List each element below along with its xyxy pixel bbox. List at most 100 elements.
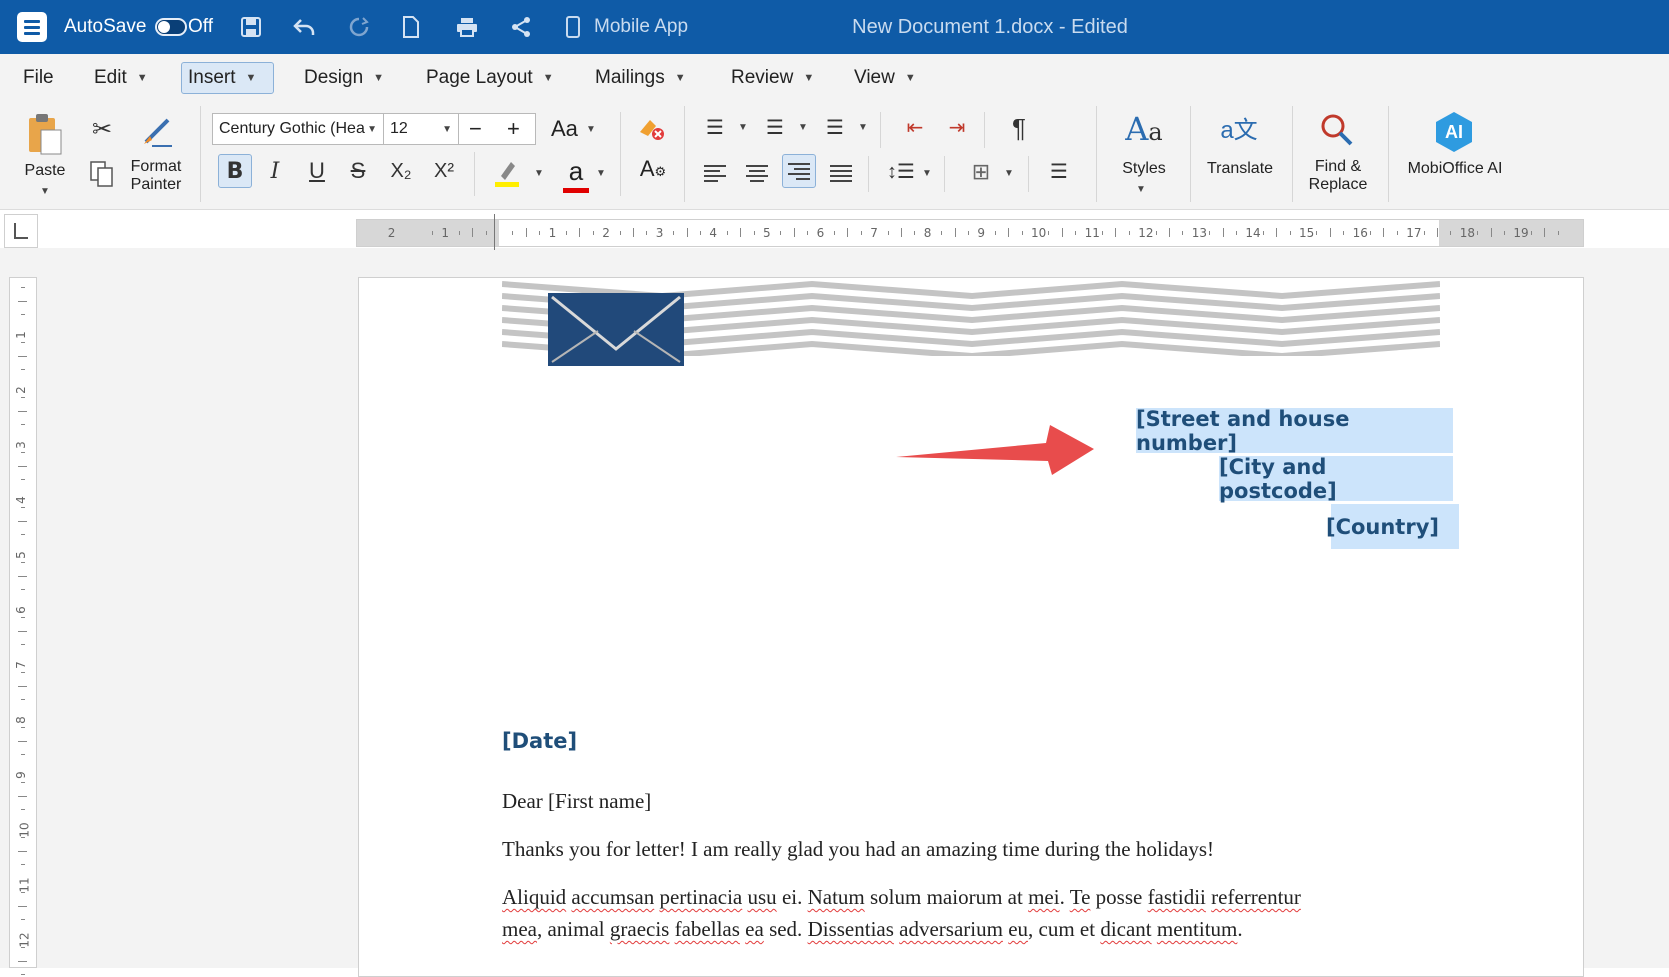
strikethrough-button[interactable]: S bbox=[341, 154, 375, 188]
tab-stop-selector[interactable] bbox=[4, 214, 38, 248]
styles-icon[interactable]: Aa bbox=[1116, 110, 1172, 148]
greeting-line[interactable]: Dear [First name] bbox=[502, 789, 651, 814]
paragraph-settings-icon[interactable]: ☰ bbox=[1044, 158, 1074, 186]
highlight-icon[interactable] bbox=[492, 158, 522, 193]
ruler-tick bbox=[21, 534, 25, 536]
ruler-tick bbox=[21, 506, 25, 508]
font-color-letter: a bbox=[568, 156, 584, 186]
italic-button[interactable]: I bbox=[258, 154, 292, 188]
paste-icon[interactable] bbox=[22, 112, 68, 155]
translate-button[interactable]: Translate bbox=[1198, 160, 1282, 178]
font-name-select[interactable]: Century Gothic (Hea ▼ bbox=[212, 113, 384, 145]
chevron-down-icon[interactable]: ▼ bbox=[858, 122, 868, 133]
increase-indent-icon[interactable]: ⇥ bbox=[942, 114, 972, 142]
vertical-ruler[interactable]: 1 2 3 4 5 6 7 8 9 10 11 12 bbox=[9, 277, 37, 976]
font-color-icon[interactable]: a bbox=[562, 156, 590, 193]
chevron-down-icon: ▼ bbox=[136, 72, 148, 84]
multilevel-list-icon[interactable]: ☰ bbox=[820, 114, 850, 142]
format-painter-icon[interactable] bbox=[136, 112, 180, 152]
body-paragraph-line-2[interactable]: mea, animal graecis fabellas ea sed. Dis… bbox=[502, 917, 1243, 942]
format-painter-button[interactable]: Format Painter bbox=[122, 158, 190, 194]
ruler-tick bbox=[21, 809, 25, 811]
find-replace-icon[interactable] bbox=[1316, 110, 1358, 155]
menu-insert[interactable]: Insert ▼ bbox=[181, 62, 274, 94]
menu-file[interactable]: File bbox=[17, 62, 60, 94]
increase-font-icon[interactable]: + bbox=[507, 116, 520, 142]
ruler-tick bbox=[1021, 231, 1023, 235]
chevron-down-icon[interactable]: ▼ bbox=[1136, 184, 1146, 195]
misspelled-word: Te bbox=[1069, 885, 1091, 909]
body-line-1[interactable]: Thanks you for letter! I am really glad … bbox=[502, 837, 1214, 862]
font-size-stepper[interactable]: − + bbox=[458, 113, 536, 145]
chevron-down-icon[interactable]: ▼ bbox=[534, 168, 544, 179]
chevron-down-icon[interactable]: ▼ bbox=[798, 122, 808, 133]
date-field[interactable]: [Date] bbox=[502, 729, 577, 753]
indent-marker[interactable] bbox=[494, 214, 504, 250]
ruler-tick bbox=[1102, 231, 1103, 235]
ribbon-toolbar: Paste ▼ ✂ Format Painter Century Gothic … bbox=[0, 102, 1669, 210]
ruler-tick bbox=[21, 424, 25, 426]
superscript-button[interactable]: X² bbox=[427, 154, 461, 188]
body-paragraph-line-1[interactable]: Aliquid accumsan pertinacia usu ei. Natu… bbox=[502, 885, 1301, 910]
styles-button[interactable]: Styles bbox=[1110, 160, 1178, 178]
chevron-down-icon[interactable]: ▼ bbox=[738, 122, 748, 133]
bullet-list-icon[interactable]: ☰ bbox=[700, 114, 730, 142]
align-center-icon[interactable] bbox=[740, 156, 774, 190]
numbered-list-icon[interactable]: ☰ bbox=[760, 114, 790, 142]
find-replace-button[interactable]: Find & Replace bbox=[1300, 158, 1376, 194]
underline-button[interactable]: U bbox=[300, 154, 334, 188]
line-spacing-icon[interactable]: ↕☰ bbox=[886, 158, 916, 186]
chevron-down-icon[interactable]: ▼ bbox=[586, 124, 596, 135]
change-case-button[interactable]: Aa bbox=[551, 116, 578, 142]
subscript-button[interactable]: X₂ bbox=[384, 154, 418, 188]
borders-icon[interactable]: ⊞ bbox=[966, 158, 996, 186]
text-effects-icon[interactable]: A⚙ bbox=[638, 156, 668, 182]
ruler-tick bbox=[1370, 231, 1371, 235]
ruler-label: 5 bbox=[763, 226, 771, 240]
ai-icon[interactable]: AI bbox=[1432, 110, 1476, 154]
address-street[interactable]: [Street and house number] bbox=[1136, 407, 1453, 455]
menu-review[interactable]: Review ▼ bbox=[725, 62, 820, 94]
ruler-tick bbox=[21, 974, 25, 976]
ruler-tick bbox=[1276, 228, 1278, 237]
paste-button[interactable]: Paste bbox=[22, 162, 68, 180]
align-left-icon[interactable] bbox=[698, 156, 732, 190]
mobioffice-ai-button[interactable]: MobiOffice AI bbox=[1396, 160, 1514, 178]
align-right-icon[interactable] bbox=[782, 154, 816, 188]
translate-icon[interactable]: a文 bbox=[1218, 110, 1260, 145]
menu-view[interactable]: View ▼ bbox=[848, 62, 922, 94]
justify-icon[interactable] bbox=[824, 156, 858, 190]
menu-edit[interactable]: Edit ▼ bbox=[88, 62, 154, 94]
ruler-tick bbox=[1329, 228, 1331, 237]
chevron-down-icon[interactable]: ▼ bbox=[596, 168, 606, 179]
chevron-down-icon[interactable]: ▼ bbox=[922, 168, 932, 179]
ruler-tick bbox=[18, 300, 27, 302]
ruler-tick bbox=[525, 228, 527, 237]
document-page[interactable] bbox=[358, 277, 1584, 977]
menu-design[interactable]: Design ▼ bbox=[298, 62, 390, 94]
decrease-font-icon[interactable]: − bbox=[469, 116, 482, 142]
bold-button[interactable]: B bbox=[218, 154, 252, 188]
misspelled-word: referrentur bbox=[1211, 885, 1301, 909]
font-size-select[interactable]: 12 ▼ bbox=[383, 113, 459, 145]
address-country[interactable]: [Country] bbox=[1326, 504, 1459, 549]
chevron-down-icon[interactable]: ▼ bbox=[1004, 168, 1014, 179]
pilcrow-icon[interactable]: ¶ bbox=[1004, 114, 1034, 142]
ruler-tick bbox=[18, 355, 27, 357]
ruler-tick bbox=[21, 644, 25, 646]
menu-mailings[interactable]: Mailings ▼ bbox=[589, 62, 692, 94]
menu-page-layout[interactable]: Page Layout ▼ bbox=[420, 62, 560, 94]
ruler-tick bbox=[18, 575, 27, 577]
clear-formatting-icon[interactable] bbox=[636, 114, 666, 147]
ruler-tick bbox=[994, 231, 996, 235]
misspelled-word: mea bbox=[502, 917, 537, 941]
horizontal-ruler[interactable]: 2 1 1 2 3 4 5 6 7 8 9 10 11 12 13 14 15 16 17 18 19 bbox=[356, 214, 1584, 250]
scissors-icon[interactable]: ✂ bbox=[88, 116, 116, 144]
address-city[interactable]: [City and postcode] bbox=[1219, 455, 1453, 503]
ruler-label: 6 bbox=[816, 226, 825, 240]
copy-icon[interactable] bbox=[88, 160, 116, 195]
ruler-tick bbox=[18, 520, 27, 522]
ruler-label: 17 bbox=[1406, 226, 1422, 240]
chevron-down-icon[interactable]: ▼ bbox=[40, 186, 50, 197]
decrease-indent-icon[interactable]: ⇤ bbox=[900, 114, 930, 142]
